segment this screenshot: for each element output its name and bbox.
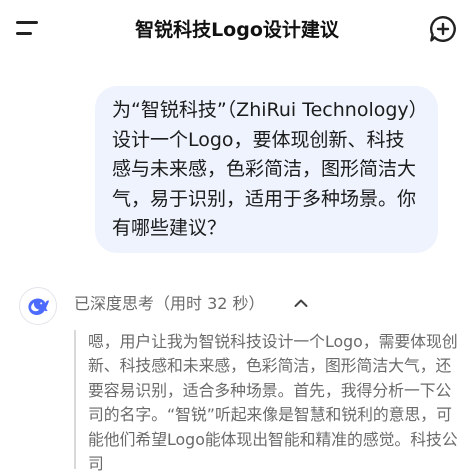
thinking-toggle[interactable]: 已深度思考（用时 32 秒）: [74, 291, 308, 317]
page-title: 智锐科技Logo设计建议: [135, 19, 339, 41]
assistant-avatar: [19, 287, 57, 325]
user-message-bubble: 为“智锐科技”（ZhiRui Technology）设计一个Logo，要体现创新…: [95, 86, 438, 253]
new-chat-icon[interactable]: [428, 14, 458, 44]
thinking-label: 已深度思考（用时 32 秒）: [74, 294, 265, 313]
whale-logo-icon: [28, 298, 49, 316]
thinking-divider: [74, 330, 76, 469]
menu-icon[interactable]: [16, 16, 46, 40]
user-message-text: 为“智锐科技”（ZhiRui Technology）设计一个Logo，要体现创新…: [112, 99, 419, 240]
thinking-content: 嗯，用户让我为智锐科技设计一个Logo，需要体现创新、科技感和未来感，色彩简洁，…: [88, 332, 458, 474]
top-bar: 智锐科技Logo设计建议: [0, 0, 474, 56]
chevron-up-icon: [294, 299, 308, 307]
